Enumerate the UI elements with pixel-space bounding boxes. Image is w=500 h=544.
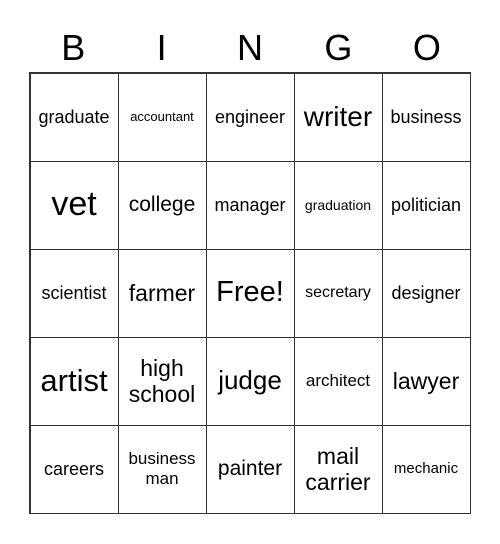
- bingo-cell[interactable]: vet: [29, 160, 119, 250]
- bingo-cell[interactable]: politician: [381, 160, 471, 250]
- bingo-cell[interactable]: manager: [205, 160, 295, 250]
- bingo-cell[interactable]: careers: [29, 424, 119, 514]
- cell-label: college: [128, 192, 196, 216]
- cell-label: graduate: [38, 106, 110, 127]
- header-letter-n: N: [237, 27, 264, 68]
- bingo-cell[interactable]: writer: [293, 72, 383, 162]
- cell-label: judge: [218, 365, 282, 396]
- bingo-cell[interactable]: scientist: [29, 248, 119, 338]
- header-letter-i: I: [156, 27, 167, 68]
- bingo-cell[interactable]: mechanic: [381, 424, 471, 514]
- cell-label: architect: [305, 371, 371, 391]
- cell-label: vet: [51, 185, 97, 224]
- cell-label: mechanic: [393, 460, 459, 478]
- cell-label: manager: [214, 194, 286, 215]
- bingo-cell[interactable]: graduate: [29, 72, 119, 162]
- free-space-cell[interactable]: Free!: [205, 248, 295, 338]
- bingo-cell[interactable]: secretary: [293, 248, 383, 338]
- bingo-header: B I N G O: [29, 24, 471, 72]
- bingo-cell[interactable]: farmer: [117, 248, 207, 338]
- cell-label: artist: [40, 363, 108, 399]
- bingo-grid: graduate accountant engineer writer business…: [29, 72, 471, 514]
- bingo-cell[interactable]: painter: [205, 424, 295, 514]
- cell-label: business: [390, 106, 462, 127]
- bingo-cell[interactable]: college: [117, 160, 207, 250]
- bingo-cell[interactable]: architect: [293, 336, 383, 426]
- cell-label: engineer: [214, 106, 286, 127]
- bingo-cell[interactable]: accountant: [117, 72, 207, 162]
- bingo-cell[interactable]: engineer: [205, 72, 295, 162]
- bingo-cell[interactable]: high school: [117, 336, 207, 426]
- cell-label: lawyer: [392, 367, 460, 394]
- header-letter-o: O: [412, 27, 441, 68]
- cell-label: business man: [128, 449, 196, 488]
- bingo-cell[interactable]: business man: [117, 424, 207, 514]
- cell-label: writer: [303, 100, 373, 132]
- cell-label: careers: [43, 458, 105, 479]
- cell-label: accountant: [130, 108, 194, 124]
- cell-label: graduation: [304, 196, 372, 213]
- cell-label: scientist: [41, 282, 107, 303]
- cell-label: mail carrier: [305, 442, 371, 495]
- bingo-cell[interactable]: mail carrier: [293, 424, 383, 514]
- bingo-cell[interactable]: graduation: [293, 160, 383, 250]
- header-letter-b: B: [61, 27, 86, 68]
- cell-label: politician: [390, 194, 462, 215]
- bingo-cell[interactable]: artist: [29, 336, 119, 426]
- bingo-cell[interactable]: lawyer: [381, 336, 471, 426]
- cell-label: secretary: [305, 283, 371, 301]
- cell-label: farmer: [128, 279, 196, 306]
- header-letter-g: G: [324, 27, 353, 68]
- bingo-cell[interactable]: business: [381, 72, 471, 162]
- cell-label: designer: [391, 282, 461, 303]
- bingo-cell[interactable]: judge: [205, 336, 295, 426]
- cell-label: Free!: [216, 276, 284, 309]
- cell-label: painter: [217, 456, 283, 480]
- cell-label: high school: [128, 354, 196, 407]
- bingo-cell[interactable]: designer: [381, 248, 471, 338]
